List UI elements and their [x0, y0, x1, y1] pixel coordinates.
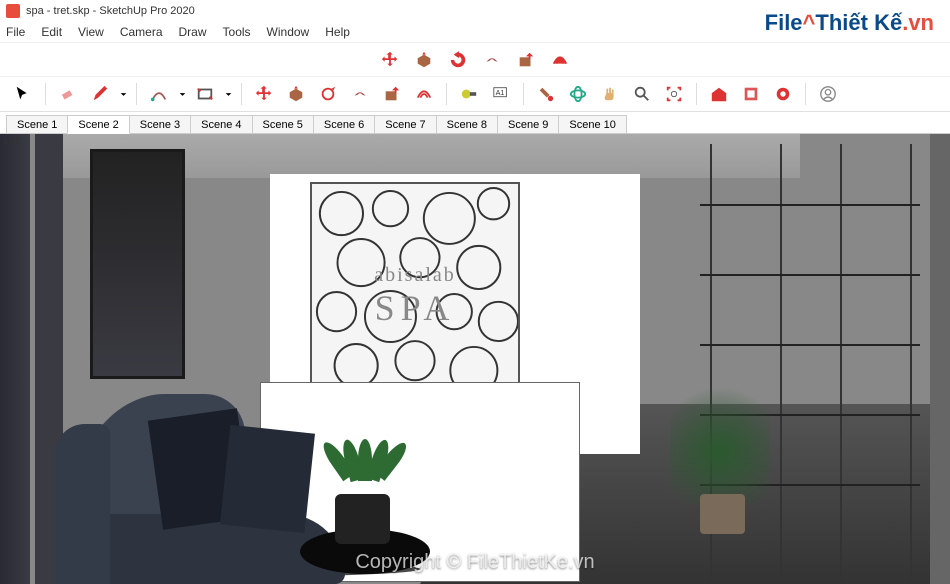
rotate-icon[interactable] [445, 47, 471, 73]
separator [696, 83, 697, 105]
zoom-extents-icon[interactable] [661, 81, 687, 107]
separator [805, 83, 806, 105]
offset-icon[interactable] [547, 47, 573, 73]
copyright-watermark: Copyright © FileThietKe.vn [355, 551, 594, 574]
signage-line1: abisalab [310, 264, 520, 287]
menu-file[interactable]: File [6, 25, 25, 39]
pushpull-icon[interactable] [411, 47, 437, 73]
spa-signage: abisalab SPA [310, 264, 520, 329]
pan-icon[interactable] [597, 81, 623, 107]
toolbar-main: A1 [0, 76, 950, 112]
separator [523, 83, 524, 105]
select-icon[interactable] [10, 81, 36, 107]
scene-tab-9[interactable]: Scene 9 [497, 115, 559, 133]
rotate-icon[interactable] [315, 81, 341, 107]
scene-tab-10[interactable]: Scene 10 [558, 115, 626, 133]
tape-icon[interactable] [456, 81, 482, 107]
dropdown-icon[interactable] [225, 91, 232, 98]
menu-tools[interactable]: Tools [223, 25, 251, 39]
scene-tab-5[interactable]: Scene 5 [252, 115, 314, 133]
rectangle-icon[interactable] [192, 81, 218, 107]
viewport[interactable]: Left abisalab SPA [0, 134, 950, 584]
zoom-icon[interactable] [629, 81, 655, 107]
menu-camera[interactable]: Camera [120, 25, 163, 39]
menu-edit[interactable]: Edit [41, 25, 62, 39]
scene-tab-8[interactable]: Scene 8 [436, 115, 498, 133]
rendered-scene: abisalab SPA [0, 134, 950, 584]
arc-icon[interactable] [146, 81, 172, 107]
user-icon[interactable] [815, 81, 841, 107]
orbit-icon[interactable] [565, 81, 591, 107]
scene-tab-4[interactable]: Scene 4 [190, 115, 252, 133]
scene-tab-2[interactable]: Scene 2 [67, 115, 129, 134]
move-icon[interactable] [377, 47, 403, 73]
offset-icon[interactable] [411, 81, 437, 107]
scale-icon[interactable] [379, 81, 405, 107]
menu-help[interactable]: Help [325, 25, 350, 39]
extension-icon[interactable] [770, 81, 796, 107]
scale-icon[interactable] [513, 47, 539, 73]
paint-icon[interactable] [533, 81, 559, 107]
menu-view[interactable]: View [78, 25, 104, 39]
scene-tab-3[interactable]: Scene 3 [129, 115, 191, 133]
separator [446, 83, 447, 105]
separator [241, 83, 242, 105]
app-icon [6, 4, 20, 18]
dropdown-icon[interactable] [179, 91, 186, 98]
followme-icon[interactable] [479, 47, 505, 73]
brand-logo: File^Thiết Kế.vn [765, 10, 934, 36]
component-icon[interactable] [738, 81, 764, 107]
eraser-icon[interactable] [55, 81, 81, 107]
warehouse-icon[interactable] [706, 81, 732, 107]
separator [45, 83, 46, 105]
menu-window[interactable]: Window [267, 25, 310, 39]
scene-tab-1[interactable]: Scene 1 [6, 115, 68, 133]
followme-icon[interactable] [347, 81, 373, 107]
scene-tab-6[interactable]: Scene 6 [313, 115, 375, 133]
scene-tab-7[interactable]: Scene 7 [374, 115, 436, 133]
window-title: spa - tret.skp - SketchUp Pro 2020 [26, 5, 195, 17]
separator [136, 83, 137, 105]
toolbar-top [0, 42, 950, 76]
text-icon[interactable]: A1 [488, 81, 514, 107]
dropdown-icon[interactable] [120, 91, 127, 98]
pencil-icon[interactable] [87, 81, 113, 107]
move-icon[interactable] [251, 81, 277, 107]
menu-draw[interactable]: Draw [179, 25, 207, 39]
signage-line2: SPA [310, 287, 520, 329]
svg-text:A1: A1 [496, 88, 505, 97]
scene-tabs: Scene 1 Scene 2 Scene 3 Scene 4 Scene 5 … [0, 112, 950, 134]
viewport-label: Left [4, 136, 21, 147]
pushpull-icon[interactable] [283, 81, 309, 107]
